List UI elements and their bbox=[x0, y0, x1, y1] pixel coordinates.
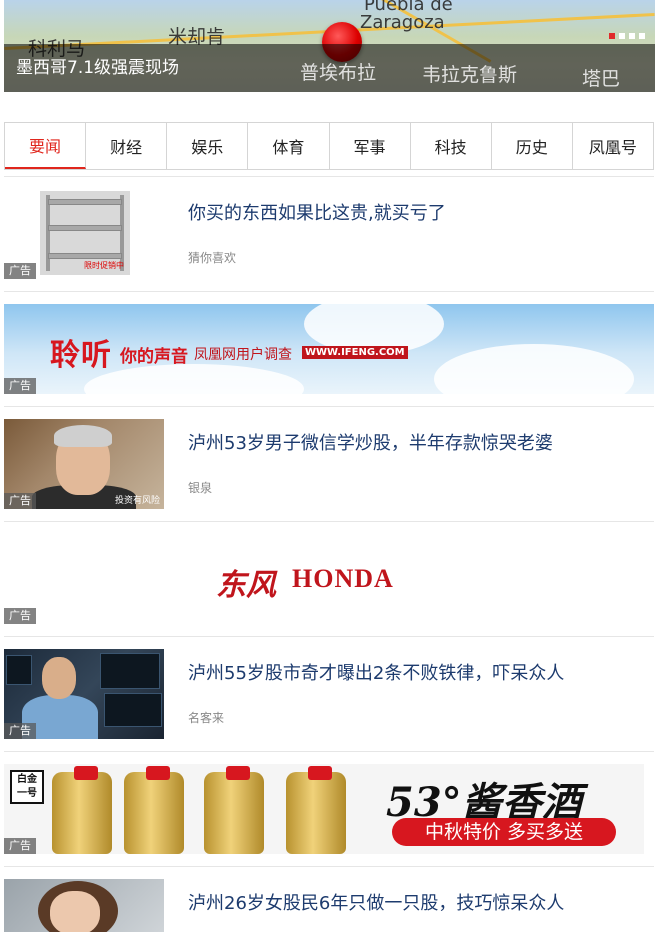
cart-shelf bbox=[48, 225, 122, 231]
survey-banner-ad[interactable]: 聆听 你的声音 凤凰网用户调查 WWW.IFENG.COM 广告 bbox=[4, 304, 654, 394]
feed-item[interactable]: 广告 泸州55岁股市奇才曝出2条不败铁律，吓呆众人 名客来 bbox=[4, 649, 654, 739]
risk-disclaimer: 投资有风险 bbox=[114, 496, 160, 506]
tab-entertainment[interactable]: 娱乐 bbox=[167, 123, 249, 169]
promo-stamp: 限时促销中 bbox=[84, 261, 124, 270]
slide-caption[interactable]: 墨西哥7.1级强震现场 bbox=[16, 53, 179, 78]
promo-pill: 中秋特价 多买多送 bbox=[392, 818, 616, 846]
bottle-cap bbox=[226, 766, 250, 780]
survey-subheadline: 你的声音 bbox=[120, 347, 188, 367]
dongfeng-logo: 东风 bbox=[216, 568, 276, 603]
tab-history[interactable]: 历史 bbox=[492, 123, 573, 169]
monitor-screen bbox=[6, 655, 32, 685]
top-news-slider[interactable]: Puebla de Zaragoza 科利马 米却肯 普埃布拉 韦拉克鲁斯 塔巴… bbox=[4, 0, 655, 92]
channel-tabs: 要闻 财经 娱乐 体育 军事 科技 历史 凤凰号 bbox=[4, 122, 654, 170]
ad-thumbnail: 限时促销中 广告 bbox=[4, 189, 164, 279]
ad-thumbnail: 广告 bbox=[4, 649, 164, 739]
monitor-screen bbox=[100, 653, 160, 689]
feed-item-title[interactable]: 你买的东西如果比这贵,就买亏了 bbox=[188, 199, 446, 225]
tab-tech[interactable]: 科技 bbox=[411, 123, 492, 169]
liquor-banner-ad[interactable]: 白金 一号 53°酱香酒 中秋特价 多买多送 广告 bbox=[4, 764, 644, 854]
bottle-cap bbox=[308, 766, 332, 780]
feed-item-source: 名客来 bbox=[188, 711, 225, 725]
slide-dot[interactable] bbox=[639, 33, 645, 39]
map-label: 韦拉克鲁斯 bbox=[422, 64, 518, 86]
feed-item[interactable]: 投资有风险 广告 泸州53岁男子微信学炒股，半年存款惊哭老婆 银泉 bbox=[4, 419, 654, 509]
slide-dot[interactable] bbox=[609, 33, 615, 39]
ad-thumbnail bbox=[4, 879, 164, 932]
divider bbox=[4, 636, 654, 637]
slide-dot[interactable] bbox=[619, 33, 625, 39]
tab-fenghuang-hao[interactable]: 凤凰号 bbox=[573, 123, 653, 169]
feed-item[interactable]: 限时促销中 广告 你买的东西如果比这贵,就买亏了 猜你喜欢 bbox=[4, 189, 654, 279]
feed-item-title[interactable]: 泸州53岁男子微信学炒股，半年存款惊哭老婆 bbox=[188, 429, 553, 455]
bottle-image bbox=[124, 772, 184, 854]
feed-item-title[interactable]: 泸州26岁女股民6年只做一只股，技巧惊呆众人 bbox=[188, 889, 564, 915]
divider bbox=[4, 866, 654, 867]
cloud-shape bbox=[434, 344, 634, 394]
brand-logo: 白金 一号 bbox=[10, 770, 44, 804]
cloud-shape bbox=[84, 364, 304, 394]
survey-headline: 聆听 bbox=[50, 338, 112, 373]
survey-label: 凤凰网用户调查 bbox=[194, 347, 292, 363]
bottle-cap bbox=[146, 766, 170, 780]
slide-dot[interactable] bbox=[629, 33, 635, 39]
divider bbox=[4, 176, 654, 177]
bottle-image bbox=[286, 772, 346, 854]
honda-banner-ad[interactable]: 东风 HONDA 广告 bbox=[4, 534, 654, 624]
cart-leg bbox=[46, 195, 50, 271]
cart-shelf bbox=[48, 199, 122, 205]
cart-shelf bbox=[48, 253, 122, 259]
divider bbox=[4, 751, 654, 752]
person-face bbox=[42, 657, 76, 699]
bottle-cap bbox=[74, 766, 98, 780]
survey-url: WWW.IFENG.COM bbox=[302, 346, 408, 359]
product-image: 限时促销中 bbox=[40, 191, 130, 275]
bottle-image bbox=[52, 772, 112, 854]
ad-tag: 广告 bbox=[4, 378, 36, 394]
person-hair bbox=[54, 425, 112, 447]
divider bbox=[4, 406, 654, 407]
tab-military[interactable]: 军事 bbox=[330, 123, 411, 169]
feed-item[interactable]: 泸州26岁女股民6年只做一只股，技巧惊呆众人 bbox=[4, 879, 654, 932]
ad-tag: 广告 bbox=[4, 838, 36, 854]
ad-thumbnail: 投资有风险 广告 bbox=[4, 419, 164, 509]
honda-logo: HONDA bbox=[292, 564, 394, 593]
ad-tag: 广告 bbox=[4, 493, 36, 509]
ad-tag: 广告 bbox=[4, 608, 36, 624]
map-label: 塔巴 bbox=[582, 68, 621, 90]
tab-news[interactable]: 要闻 bbox=[5, 123, 87, 169]
map-label: 普埃布拉 bbox=[300, 62, 377, 84]
feed-item-source: 银泉 bbox=[188, 481, 213, 495]
person-face bbox=[50, 891, 100, 932]
monitor-screen bbox=[104, 693, 162, 727]
divider bbox=[4, 291, 654, 292]
ad-tag: 广告 bbox=[4, 263, 36, 279]
feed-item-source: 猜你喜欢 bbox=[188, 251, 237, 265]
tab-finance[interactable]: 财经 bbox=[86, 123, 168, 169]
map-label: Zaragoza bbox=[360, 12, 445, 33]
divider bbox=[4, 521, 654, 522]
feed-item-title[interactable]: 泸州55岁股市奇才曝出2条不败铁律，吓呆众人 bbox=[188, 659, 564, 685]
bottle-image bbox=[204, 772, 264, 854]
tab-sports[interactable]: 体育 bbox=[248, 123, 330, 169]
ad-tag: 广告 bbox=[4, 723, 36, 739]
slide-indicator bbox=[609, 33, 645, 39]
